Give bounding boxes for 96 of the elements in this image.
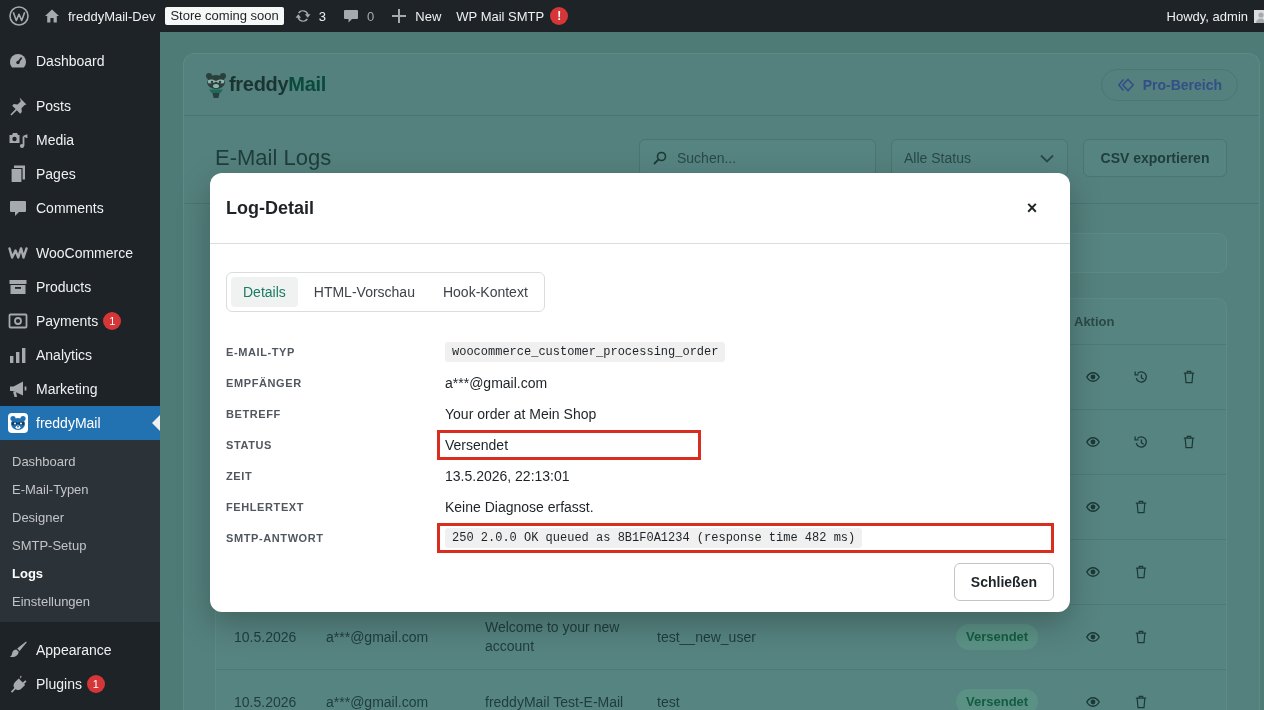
raccoon-icon [8, 413, 28, 433]
recipient-email: a***@gmail.com [326, 694, 429, 710]
sidebar-item[interactable]: Plugins 1 [0, 667, 160, 701]
subject-text: freddyMail Test-E-Mail [485, 693, 624, 710]
eye-icon[interactable] [1086, 437, 1100, 447]
submenu-item[interactable]: E-Mail-Typen [0, 475, 160, 503]
trash-icon[interactable] [1135, 565, 1147, 579]
updates-link[interactable]: 3 [294, 0, 327, 32]
camera-icon [8, 130, 28, 150]
sidebar-item[interactable]: WooCommerce [0, 236, 160, 270]
comments-link[interactable]: 0 [343, 0, 375, 32]
sidebar-item[interactable]: Pages [0, 157, 160, 191]
sidebar-item[interactable]: freddyMail [0, 406, 160, 440]
smtp-menu-link[interactable]: WP Mail SMTP ! [456, 0, 569, 32]
w-logo-icon[interactable] [9, 6, 29, 26]
diamond-icon [1117, 77, 1134, 92]
count-badge: 1 [103, 312, 122, 330]
sidebar-item[interactable]: Marketing [0, 372, 160, 406]
status-badge: Versendet [956, 689, 1039, 710]
submenu-item[interactable]: Dashboard [0, 447, 160, 475]
paintbrush-icon [8, 640, 28, 660]
history-icon[interactable] [1134, 370, 1148, 384]
field-label: E-MAIL-TYP [226, 345, 296, 358]
sidebar-item[interactable]: Appearance [0, 633, 160, 667]
field-value: a***@gmail.com [445, 373, 548, 393]
submenu-item[interactable]: SMTP-Setup [0, 531, 160, 559]
plug-icon [8, 674, 28, 694]
submenu-item[interactable]: Einstellungen [0, 587, 160, 615]
store-status-badge[interactable]: Store coming soon [165, 7, 284, 25]
recipient-email: a***@gmail.com [326, 629, 429, 645]
field-value: Your order at Mein Shop [445, 404, 597, 424]
date-text: 10.5.2026 [234, 629, 297, 645]
raccoon-icon [203, 70, 229, 99]
search-icon [653, 151, 667, 165]
date-text: 10.5.2026 [234, 694, 297, 710]
submenu-item[interactable]: Logs [0, 559, 160, 587]
tab[interactable]: Hook-Kontext [430, 277, 540, 307]
sidebar-item[interactable]: Comments [0, 191, 160, 225]
speech-bubble-icon [343, 8, 360, 24]
dialog-title: Log-Detail [226, 197, 314, 219]
close-dialog-button[interactable]: Schließen [953, 563, 1054, 601]
sidebar-item[interactable]: Analytics [0, 338, 160, 372]
megaphone-icon [8, 379, 28, 399]
banknote-icon [8, 311, 28, 331]
column-header: Aktion [1074, 314, 1115, 329]
trash-icon[interactable] [1135, 500, 1147, 514]
field-label: FEHLERTEXT [226, 500, 306, 513]
logo-text: freddyMail [229, 73, 327, 96]
account-link[interactable]: Howdy, admin [1166, 0, 1264, 32]
home-icon [44, 8, 60, 24]
status-badge: Versendet [956, 624, 1039, 650]
site-name-link[interactable]: freddyMail-Dev [44, 0, 156, 32]
history-icon[interactable] [1134, 435, 1148, 449]
field-label: SMTP-ANTWORT [226, 531, 325, 544]
sidebar-item[interactable]: Posts [0, 89, 160, 123]
speech-bubble-icon [8, 198, 28, 218]
refresh-icon [294, 8, 311, 24]
avatar-icon [1254, 8, 1264, 24]
field-value: 13.5.2026, 22:13:01 [445, 466, 570, 486]
sidebar-item[interactable]: Media [0, 123, 160, 157]
eye-icon[interactable] [1086, 502, 1100, 512]
eye-icon[interactable] [1086, 567, 1100, 577]
plus-icon [392, 9, 407, 23]
count-badge: 1 [86, 675, 105, 693]
tab[interactable]: HTML-Vorschau [301, 277, 427, 307]
sidebar-item[interactable]: Dashboard [0, 44, 160, 78]
eye-icon[interactable] [1086, 697, 1100, 707]
new-content-link[interactable]: New [392, 0, 442, 32]
field-label: STATUS [226, 438, 273, 451]
sidebar-item[interactable]: Products [0, 270, 160, 304]
page-title: E-Mail Logs [215, 145, 332, 171]
field-value: Versendet [445, 435, 509, 455]
close-button[interactable]: × [1020, 196, 1044, 220]
field-label: BETREFF [226, 407, 282, 420]
subject-text: Welcome to your new account [485, 619, 620, 654]
sidebar-item[interactable]: Payments 1 [0, 304, 160, 338]
email-type-text: test [657, 694, 680, 710]
bar-chart-icon [8, 345, 28, 365]
submenu-item[interactable]: Designer [0, 503, 160, 531]
eye-icon[interactable] [1086, 372, 1100, 382]
documents-icon [8, 164, 28, 184]
trash-icon[interactable] [1183, 370, 1195, 384]
eye-icon[interactable] [1086, 632, 1100, 642]
field-label: ZEIT [226, 469, 254, 482]
trash-icon[interactable] [1135, 630, 1147, 644]
email-type-text: test__new_user [657, 629, 756, 645]
trash-icon[interactable] [1135, 695, 1147, 709]
code-value: 250 2.0.0 OK queued as 8B1F0A1234 (response time 482 ms) [445, 527, 863, 548]
code-value: woocommerce_customer_processing_order [445, 341, 726, 362]
notice-badge: ! [550, 7, 569, 25]
pin-icon [8, 96, 28, 116]
archive-box-icon [8, 277, 28, 297]
trash-icon[interactable] [1183, 435, 1195, 449]
field-label: EMPFÄNGER [226, 376, 303, 389]
tab[interactable]: Details [231, 277, 298, 307]
field-value: Keine Diagnose erfasst. [445, 497, 594, 517]
